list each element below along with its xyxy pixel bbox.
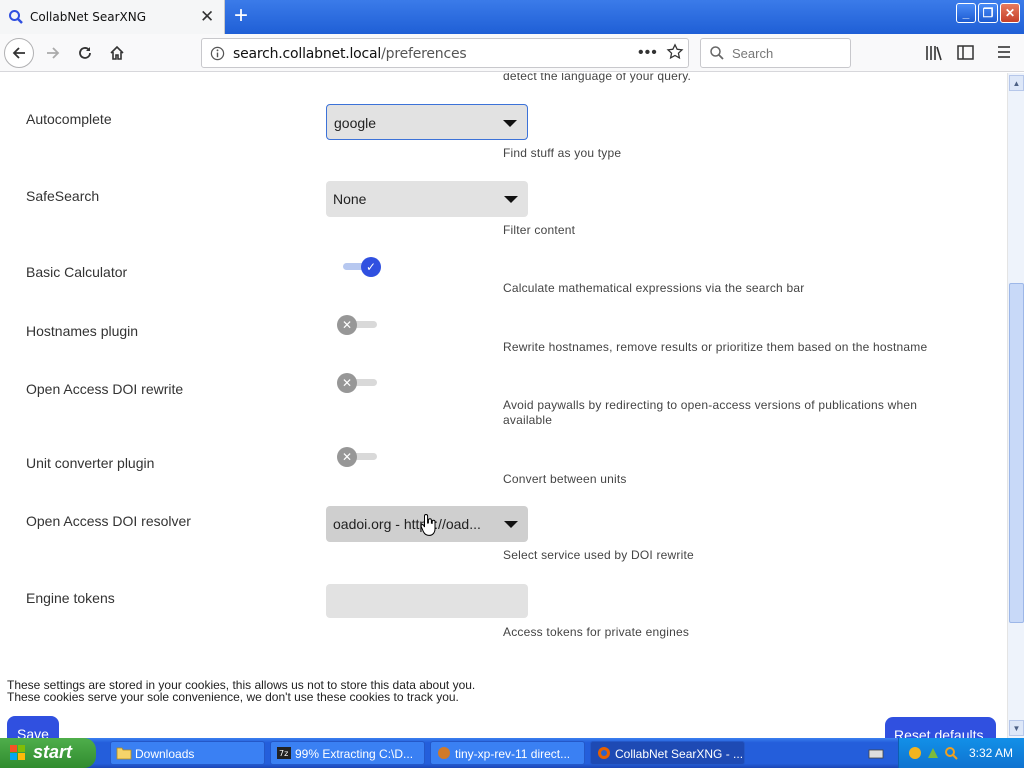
search-bar[interactable]: Search bbox=[700, 38, 851, 68]
tab-close-icon[interactable]: ✕ bbox=[200, 7, 214, 27]
safesearch-desc: Filter content bbox=[503, 223, 576, 237]
taskbar-item-firefox[interactable]: CollabNet SearXNG - ... bbox=[590, 741, 745, 765]
reload-button[interactable] bbox=[70, 38, 100, 68]
network-icon[interactable] bbox=[907, 745, 923, 766]
engine-tokens-label: Engine tokens bbox=[26, 590, 115, 606]
scroll-up-icon[interactable]: ▲ bbox=[1009, 75, 1024, 91]
oa-rewrite-toggle[interactable]: ✕ bbox=[337, 371, 381, 395]
folder-icon bbox=[116, 746, 132, 763]
magnifier-tray-icon[interactable] bbox=[943, 745, 959, 766]
search-placeholder: Search bbox=[732, 46, 774, 61]
save-button[interactable]: Save bbox=[7, 716, 59, 738]
unit-converter-label: Unit converter plugin bbox=[26, 455, 155, 471]
window-close-icon[interactable]: ✕ bbox=[1000, 3, 1020, 23]
language-desc: detect the language of your query. bbox=[503, 73, 692, 83]
nav-bar: search.collabnet.local/preferences ••• S… bbox=[0, 34, 1024, 72]
oa-rewrite-label: Open Access DOI rewrite bbox=[26, 381, 184, 397]
taskbar-item-7zip[interactable]: 7z 99% Extracting C:\D... bbox=[270, 741, 425, 765]
oa-resolver-label: Open Access DOI resolver bbox=[26, 513, 191, 529]
tab-searxng[interactable]: CollabNet SearXNG ✕ bbox=[0, 0, 225, 34]
reset-defaults-button[interactable]: Reset defaults bbox=[885, 717, 996, 738]
new-tab-icon[interactable]: + bbox=[229, 2, 253, 30]
library-icon[interactable] bbox=[925, 45, 943, 66]
unit-converter-desc: Convert between units bbox=[503, 472, 627, 486]
back-button[interactable] bbox=[4, 38, 34, 68]
chevron-down-icon bbox=[504, 196, 518, 203]
home-button[interactable] bbox=[102, 38, 132, 68]
sidebar-icon[interactable] bbox=[957, 45, 974, 65]
checkmark-icon: ✓ bbox=[361, 257, 381, 277]
back-arrow-icon bbox=[12, 47, 25, 59]
search-icon bbox=[709, 45, 725, 66]
x-icon: ✕ bbox=[337, 447, 357, 467]
scroll-thumb[interactable] bbox=[1009, 283, 1024, 623]
oa-rewrite-desc: Avoid paywalls by redirecting to open-ac… bbox=[503, 398, 918, 427]
info-icon[interactable] bbox=[210, 46, 225, 66]
reload-icon bbox=[79, 47, 91, 59]
minimize-icon[interactable]: _ bbox=[956, 3, 976, 23]
calculator-toggle[interactable]: ✓ bbox=[337, 255, 381, 279]
autocomplete-desc: Find stuff as you type bbox=[503, 146, 622, 160]
chevron-down-icon bbox=[504, 521, 518, 528]
search-favicon-icon bbox=[8, 9, 24, 30]
url-text: search.collabnet.local/preferences bbox=[233, 46, 467, 62]
x-icon: ✕ bbox=[337, 315, 357, 335]
hostnames-label: Hostnames plugin bbox=[26, 323, 139, 339]
safesearch-label: SafeSearch bbox=[26, 188, 100, 204]
restore-icon[interactable]: ❐ bbox=[978, 3, 998, 23]
engine-tokens-input[interactable] bbox=[326, 584, 528, 618]
url-bar[interactable]: search.collabnet.local/preferences ••• bbox=[201, 38, 689, 68]
autocomplete-select[interactable]: google bbox=[326, 104, 528, 140]
taskbar: start Downloads 7z 99% Extracting C:\D..… bbox=[0, 738, 1024, 768]
scroll-down-icon[interactable]: ▼ bbox=[1009, 720, 1024, 736]
forward-button[interactable] bbox=[38, 38, 68, 68]
home-icon bbox=[110, 45, 124, 60]
clock: 3:32 AM bbox=[969, 746, 1014, 760]
oa-resolver-desc: Select service used by DOI rewrite bbox=[503, 548, 694, 562]
update-icon[interactable] bbox=[925, 745, 941, 766]
x-icon: ✕ bbox=[337, 373, 357, 393]
app-icon bbox=[436, 746, 452, 763]
chevron-down-icon bbox=[503, 120, 517, 127]
bookmark-star-icon[interactable] bbox=[666, 43, 684, 66]
archive-icon: 7z bbox=[276, 746, 292, 763]
hand-cursor-icon bbox=[420, 513, 438, 542]
safesearch-select[interactable]: None bbox=[326, 181, 528, 217]
vertical-scrollbar[interactable]: ▲ ▼ bbox=[1007, 73, 1024, 738]
calculator-label: Basic Calculator bbox=[26, 264, 128, 280]
keyboard-icon[interactable] bbox=[868, 747, 884, 765]
tab-title: CollabNet SearXNG bbox=[30, 10, 147, 24]
hostnames-toggle[interactable]: ✕ bbox=[337, 313, 381, 337]
taskbar-item-tiny-xp[interactable]: tiny-xp-rev-11 direct... bbox=[430, 741, 585, 765]
engine-tokens-desc: Access tokens for private engines bbox=[503, 625, 690, 639]
system-tray: 3:32 AM bbox=[898, 738, 1024, 768]
page-actions-icon[interactable]: ••• bbox=[638, 44, 658, 62]
unit-converter-toggle[interactable]: ✕ bbox=[337, 445, 381, 469]
start-button[interactable]: start bbox=[0, 738, 96, 768]
preferences-page: detect the language of your query. Autoc… bbox=[0, 73, 1007, 738]
cookie-note-2: These cookies serve your sole convenienc… bbox=[7, 690, 459, 704]
firefox-icon bbox=[596, 746, 612, 763]
menu-icon[interactable] bbox=[997, 45, 1011, 64]
windows-logo-icon bbox=[9, 744, 27, 767]
svg-text:7z: 7z bbox=[279, 749, 288, 758]
hostnames-desc: Rewrite hostnames, remove results or pri… bbox=[503, 340, 928, 354]
forward-arrow-icon bbox=[47, 47, 60, 59]
tab-bar: CollabNet SearXNG ✕ + _ ❐ ✕ bbox=[0, 0, 1024, 34]
calculator-desc: Calculate mathematical expressions via t… bbox=[503, 281, 805, 295]
autocomplete-label: Autocomplete bbox=[26, 111, 112, 127]
taskbar-item-downloads[interactable]: Downloads bbox=[110, 741, 265, 765]
